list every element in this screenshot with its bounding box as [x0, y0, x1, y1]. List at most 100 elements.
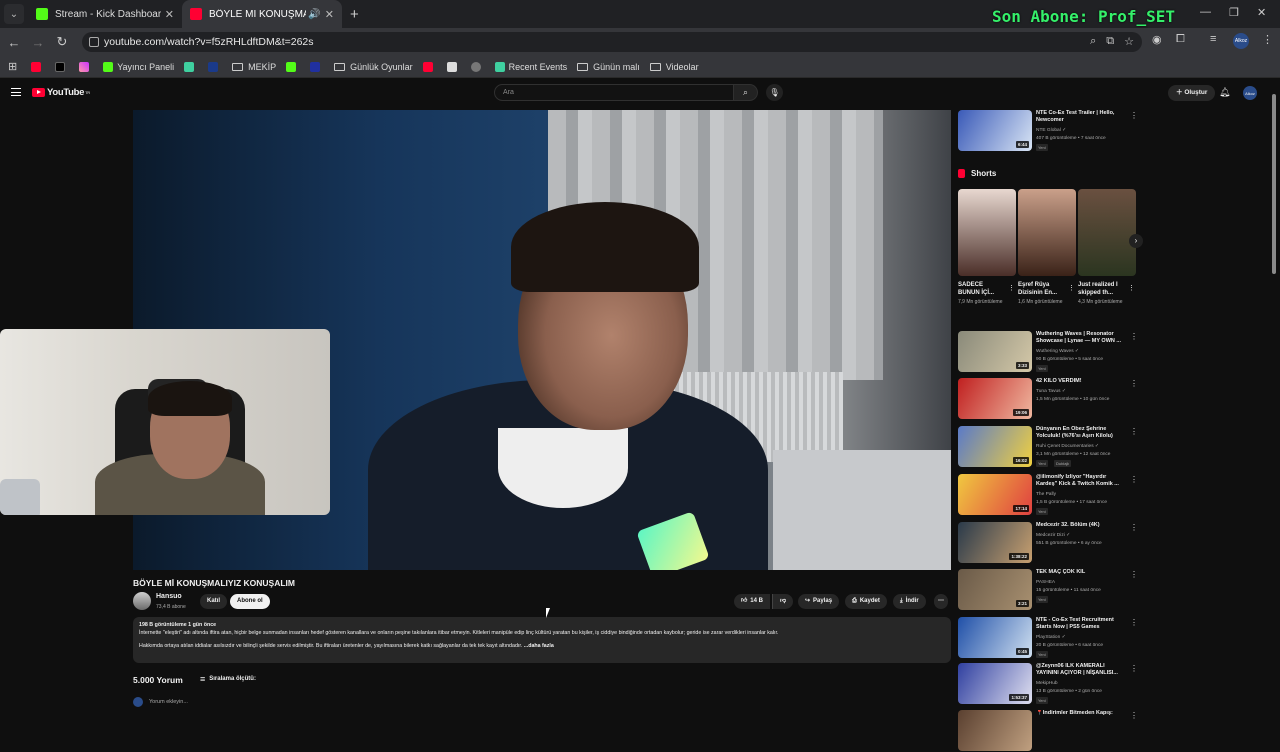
kebab-menu-icon[interactable]: ⋮: [1262, 33, 1273, 46]
like-button[interactable]: 👍︎ 14 B: [734, 594, 770, 609]
video-title[interactable]: 42 KİLO VERDİM!: [1036, 378, 1126, 385]
video-title[interactable]: NTE - Co-Ex Test Recruitment Starts Now …: [1036, 617, 1126, 631]
bookmark-app[interactable]: [184, 61, 198, 72]
video-thumbnail[interactable]: 1:38:22: [958, 522, 1032, 563]
bookmark-recent-events[interactable]: Recent Events: [494, 61, 567, 72]
video-title[interactable]: TEK MAÇ ÇOK KIL: [1036, 569, 1126, 576]
join-button[interactable]: Katıl: [200, 594, 228, 609]
dislike-button[interactable]: 👎︎: [772, 594, 794, 609]
create-button[interactable]: ＋ Oluştur: [1168, 85, 1216, 101]
bookmark-youtube[interactable]: [31, 61, 45, 72]
bookmark-instagram[interactable]: [79, 61, 93, 72]
bookmark-image[interactable]: [446, 61, 461, 72]
sort-comments-button[interactable]: ≡ Sıralama ölçütü:: [200, 674, 256, 684]
video-description[interactable]: 198 B görüntüleme 1 gün önce İnternette …: [133, 617, 951, 663]
video-title[interactable]: Dünyanın En Obez Şehrine Yolculuk! (%76'…: [1036, 426, 1126, 440]
bookmark-mekip[interactable]: MEKİP: [232, 62, 276, 72]
maximize-icon[interactable]: ❐: [1229, 6, 1239, 19]
notifications-bell-icon[interactable]: 🔔︎: [1219, 87, 1230, 98]
extensions-puzzle-icon[interactable]: ⧠: [1176, 33, 1185, 46]
more-options-icon[interactable]: ⋮: [1130, 523, 1138, 532]
channel-name[interactable]: Wuthering Waves ✓: [1036, 349, 1079, 354]
channel-name[interactable]: PASHEA: [1036, 580, 1055, 585]
account-avatar[interactable]: Alkoz: [1243, 86, 1257, 100]
video-thumbnail[interactable]: 1:53:37: [958, 663, 1032, 704]
speaker-icon[interactable]: 🔊: [308, 9, 320, 20]
recommended-video[interactable]: 16:02 Dünyanın En Obez Şehrine Yolculuk! …: [958, 426, 1138, 468]
more-options-icon[interactable]: ⋮: [1130, 332, 1138, 341]
video-thumbnail[interactable]: 16:02: [958, 426, 1032, 467]
search-input[interactable]: Ara: [494, 84, 734, 101]
more-options-icon[interactable]: ⋮: [1128, 284, 1135, 292]
bookmark-gunluk-oyunlar[interactable]: Günlük Oyunlar: [334, 62, 413, 72]
video-title[interactable]: NTE Co-Ex Test Trailer | Hello, Newcomer: [1036, 110, 1126, 124]
bookmark-youtube[interactable]: [422, 61, 437, 72]
close-tab-icon[interactable]: ✕: [325, 8, 334, 21]
youtube-logo[interactable]: YouTube TR: [32, 87, 90, 98]
tab-youtube-video[interactable]: BÖYLE Mİ KONUŞMALIYIZ KONUŞALIM 🔊 ✕: [182, 0, 342, 28]
channel-name[interactable]: The Pally: [1036, 492, 1056, 497]
short-video[interactable]: Eşref Rüya Dizisinin En... 1,6 Mn görüntü…: [1018, 189, 1076, 306]
more-options-icon[interactable]: ⋮: [1130, 618, 1138, 627]
video-thumbnail[interactable]: 3:33: [958, 331, 1032, 372]
channel-avatar[interactable]: [133, 592, 151, 610]
more-actions-button[interactable]: ⋯: [934, 594, 948, 609]
back-icon[interactable]: ←: [2, 35, 26, 50]
more-options-icon[interactable]: ⋮: [1068, 284, 1075, 292]
extension-icon[interactable]: ◉: [1152, 33, 1162, 46]
apps-grid-icon[interactable]: ⊞: [8, 60, 17, 73]
recommended-video[interactable]: 3:33 Wuthering Waves | Resonator Showcase…: [958, 331, 1138, 373]
video-title[interactable]: Medcezir 32. Bölüm (4K): [1036, 522, 1126, 529]
bookmark-gunun-mali[interactable]: Günün malı: [577, 62, 640, 72]
subscribe-button[interactable]: Abone ol: [230, 594, 270, 609]
recommended-video[interactable]: 3:21 TEK MAÇ ÇOK KIL PASHEA 15 görüntüleme …: [958, 569, 1138, 611]
video-thumbnail[interactable]: 6:44: [958, 110, 1032, 151]
more-options-icon[interactable]: ⋮: [1008, 284, 1015, 292]
tab-kick-dashboard[interactable]: Stream - Kick Dashboard ✕: [28, 0, 182, 28]
share-button[interactable]: ↪ Paylaş: [798, 594, 840, 609]
close-window-icon[interactable]: ✕: [1257, 6, 1266, 19]
bookmark-arrow[interactable]: [208, 61, 222, 72]
short-video[interactable]: SADECE BUNUN İÇİ... 7,9 Mn görüntüleme ⋮: [958, 189, 1016, 306]
download-button[interactable]: ⤓ İndir: [893, 594, 926, 609]
short-video[interactable]: Just realized I skipped th... 4,3 Mn görü…: [1078, 189, 1136, 306]
short-title[interactable]: SADECE BUNUN İÇİ...: [958, 281, 1006, 297]
more-options-icon[interactable]: ⋮: [1130, 711, 1138, 720]
channel-name[interactable]: Medcezir Dizi ✓: [1036, 533, 1070, 538]
short-thumbnail[interactable]: [958, 189, 1016, 276]
video-thumbnail[interactable]: [958, 710, 1032, 751]
video-title[interactable]: @Zeynn06 İLK KAMERALI YAYININI AÇIYOR | …: [1036, 663, 1126, 677]
close-tab-icon[interactable]: ✕: [165, 8, 174, 21]
video-thumbnail[interactable]: 0:45: [958, 617, 1032, 658]
recommended-video[interactable]: 📍İndirimler Bitmeden Kapış: ⋮: [958, 710, 1138, 752]
channel-name[interactable]: Ruhi Çenet Documentaries ✓: [1036, 444, 1099, 449]
forward-icon[interactable]: →: [26, 35, 50, 50]
more-options-icon[interactable]: ⋮: [1130, 427, 1138, 436]
microphone-icon[interactable]: 🎙: [766, 84, 783, 101]
bookmark-yayinci-paneli[interactable]: Yayıncı Paneli: [103, 61, 174, 72]
recommended-video[interactable]: 1:53:37 @Zeynn06 İLK KAMERALI YAYININI AÇ…: [958, 663, 1138, 705]
add-comment-row[interactable]: Yorum ekleyin...: [133, 697, 188, 707]
scrollbar-thumb[interactable]: [1272, 94, 1276, 274]
video-thumbnail[interactable]: 3:21: [958, 569, 1032, 610]
install-icon[interactable]: ⧉: [1106, 35, 1114, 48]
short-thumbnail[interactable]: [1078, 189, 1136, 276]
more-options-icon[interactable]: ⋮: [1130, 379, 1138, 388]
bookmark-kick[interactable]: [286, 61, 300, 72]
site-info-icon[interactable]: [89, 37, 99, 47]
video-title[interactable]: @ilimonify İzliyor "Hayırdır Kardeş" Kic…: [1036, 474, 1126, 488]
new-tab-button[interactable]: +: [350, 6, 359, 23]
shorts-next-arrow-icon[interactable]: ›: [1129, 234, 1143, 248]
bookmark-x[interactable]: [55, 61, 69, 72]
short-title[interactable]: Just realized I skipped th...: [1078, 281, 1126, 297]
channel-name[interactable]: MekipHub: [1036, 681, 1058, 686]
more-options-icon[interactable]: ⋮: [1130, 664, 1138, 673]
short-title[interactable]: Eşref Rüya Dizisinin En...: [1018, 281, 1066, 297]
bookmark-star-icon[interactable]: ☆: [1124, 35, 1134, 48]
bookmark-app[interactable]: [310, 61, 324, 72]
url-bar[interactable]: youtube.com/watch?v=f5zRHLdftDM&t=262s ⌕…: [82, 32, 1142, 52]
recommended-video[interactable]: 0:45 NTE - Co-Ex Test Recruitment Starts …: [958, 617, 1138, 659]
short-thumbnail[interactable]: [1018, 189, 1076, 276]
more-options-icon[interactable]: ⋮: [1130, 475, 1138, 484]
channel-name[interactable]: PlayStation ✓: [1036, 635, 1066, 640]
